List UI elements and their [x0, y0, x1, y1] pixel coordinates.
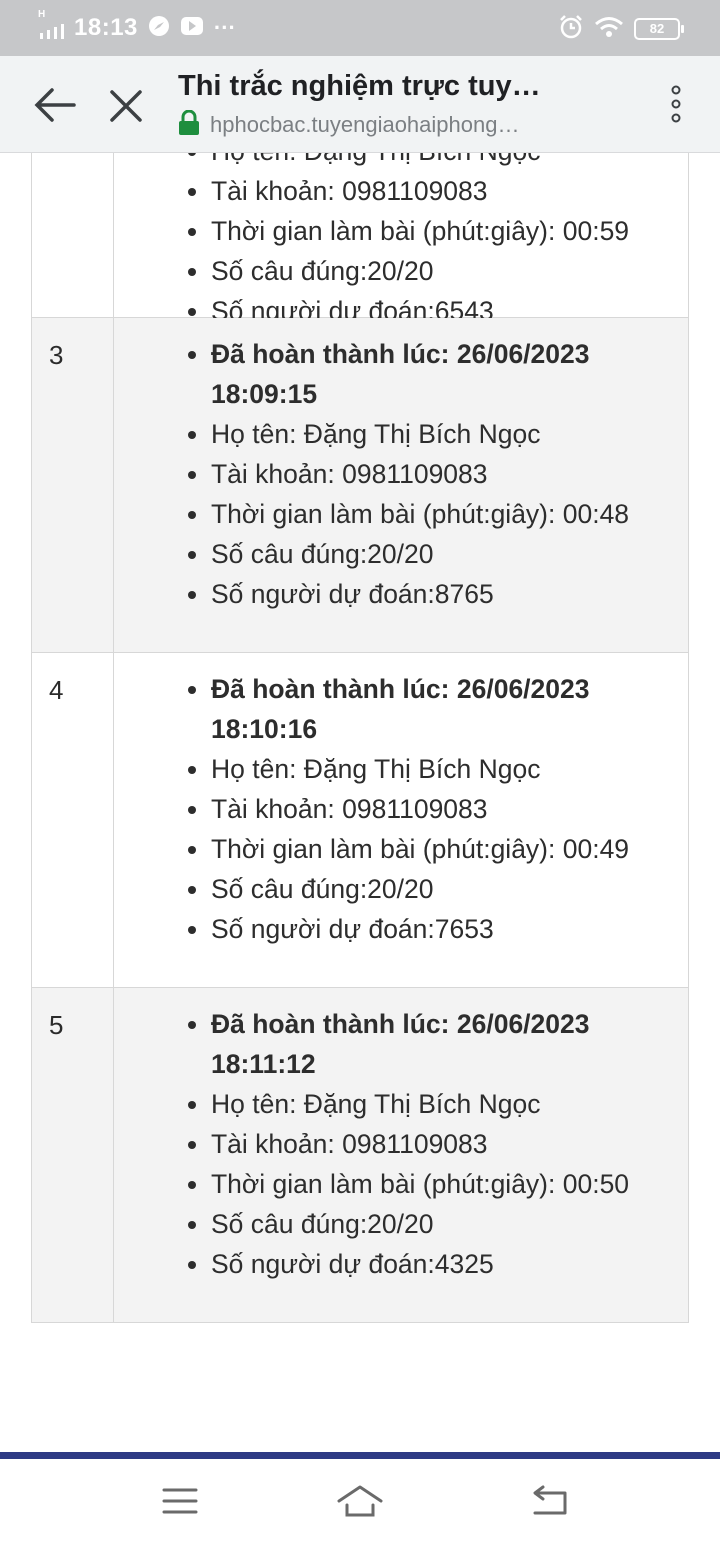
system-nav-bar: [0, 1459, 720, 1544]
compass-icon: [148, 15, 170, 42]
youtube-icon: [180, 15, 204, 42]
browser-toolbar: Thi trắc nghiệm trực tuy… hphocbac.tuyen…: [0, 56, 720, 153]
row-details: Đã hoàn thành lúc: 26/06/2023 18:10:16 H…: [114, 653, 688, 987]
home-icon[interactable]: [335, 1481, 385, 1521]
full-name: Họ tên: Đặng Thị Bích Ngọc: [188, 153, 668, 171]
arrow-left-icon[interactable]: [34, 86, 76, 124]
duration: Thời gian làm bài (phút:giây): 00:48: [188, 494, 668, 534]
page-title: Thi trắc nghiệm trực tuy…: [178, 70, 541, 102]
table-row: 5 Đã hoàn thành lúc: 26/06/2023 18:11:12…: [31, 988, 689, 1323]
account: Tài khoản: 0981109083: [188, 454, 668, 494]
completed-at: Đã hoàn thành lúc: 26/06/2023 18:09:15: [188, 334, 668, 414]
table-row: Họ tên: Đặng Thị Bích Ngọc Tài khoản: 09…: [31, 153, 689, 326]
duration: Thời gian làm bài (phút:giây): 00:50: [188, 1164, 668, 1204]
result-list: Đã hoàn thành lúc: 26/06/2023 18:10:16 H…: [114, 669, 668, 949]
page-url: hphocbac.tuyengiaohaiphong…: [210, 112, 520, 137]
prediction-count: Số người dự đoán:4325: [188, 1244, 668, 1284]
row-details: Đã hoàn thành lúc: 26/06/2023 18:11:12 H…: [114, 988, 688, 1322]
signal-icon: H: [38, 9, 68, 39]
menu-icon[interactable]: [155, 1481, 205, 1521]
row-index: 4: [32, 653, 114, 987]
correct-count: Số câu đúng:20/20: [188, 534, 668, 574]
status-bar: H 18:13 ··· 82: [0, 0, 720, 56]
status-left: H 18:13 ···: [38, 9, 236, 43]
close-icon[interactable]: [106, 86, 146, 126]
account: Tài khoản: 0981109083: [188, 789, 668, 829]
full-name: Họ tên: Đặng Thị Bích Ngọc: [188, 414, 668, 454]
row-index: [32, 153, 114, 317]
row-index: 3: [32, 318, 114, 652]
full-name: Họ tên: Đặng Thị Bích Ngọc: [188, 749, 668, 789]
battery-indicator: 82: [634, 18, 684, 40]
more-vert-icon[interactable]: [664, 84, 688, 124]
nav-accent-line: [0, 1452, 720, 1459]
duration: Thời gian làm bài (phút:giây): 00:59: [188, 211, 668, 251]
result-list: Đã hoàn thành lúc: 26/06/2023 18:09:15 H…: [114, 334, 668, 614]
row-index: 5: [32, 988, 114, 1322]
wifi-icon: [594, 15, 624, 44]
table-row: 3 Đã hoàn thành lúc: 26/06/2023 18:09:15…: [31, 318, 689, 653]
more-notifications: ···: [213, 15, 236, 40]
row-details: Đã hoàn thành lúc: 26/06/2023 18:09:15 H…: [114, 318, 688, 652]
account: Tài khoản: 0981109083: [188, 171, 668, 211]
url-bar[interactable]: hphocbac.tuyengiaohaiphong…: [178, 109, 520, 141]
table-row: 4 Đã hoàn thành lúc: 26/06/2023 18:10:16…: [31, 653, 689, 988]
account: Tài khoản: 0981109083: [188, 1124, 668, 1164]
status-right: 82: [558, 14, 684, 45]
result-list: Họ tên: Đặng Thị Bích Ngọc Tài khoản: 09…: [114, 153, 668, 331]
duration: Thời gian làm bài (phút:giây): 00:49: [188, 829, 668, 869]
correct-count: Số câu đúng:20/20: [188, 869, 668, 909]
correct-count: Số câu đúng:20/20: [188, 1204, 668, 1244]
row-details: Họ tên: Đặng Thị Bích Ngọc Tài khoản: 09…: [114, 153, 688, 326]
completed-at: Đã hoàn thành lúc: 26/06/2023 18:11:12: [188, 1004, 668, 1084]
lock-icon: [178, 109, 200, 141]
full-name: Họ tên: Đặng Thị Bích Ngọc: [188, 1084, 668, 1124]
page-content: Họ tên: Đặng Thị Bích Ngọc Tài khoản: 09…: [0, 153, 720, 1450]
alarm-icon: [558, 14, 584, 45]
prediction-count: Số người dự đoán:8765: [188, 574, 668, 614]
prediction-count: Số người dự đoán:7653: [188, 909, 668, 949]
correct-count: Số câu đúng:20/20: [188, 251, 668, 291]
results-table: Họ tên: Đặng Thị Bích Ngọc Tài khoản: 09…: [31, 153, 689, 1323]
completed-at: Đã hoàn thành lúc: 26/06/2023 18:10:16: [188, 669, 668, 749]
back-icon[interactable]: [525, 1481, 575, 1521]
result-list: Đã hoàn thành lúc: 26/06/2023 18:11:12 H…: [114, 1004, 668, 1284]
status-time: 18:13: [74, 14, 138, 41]
